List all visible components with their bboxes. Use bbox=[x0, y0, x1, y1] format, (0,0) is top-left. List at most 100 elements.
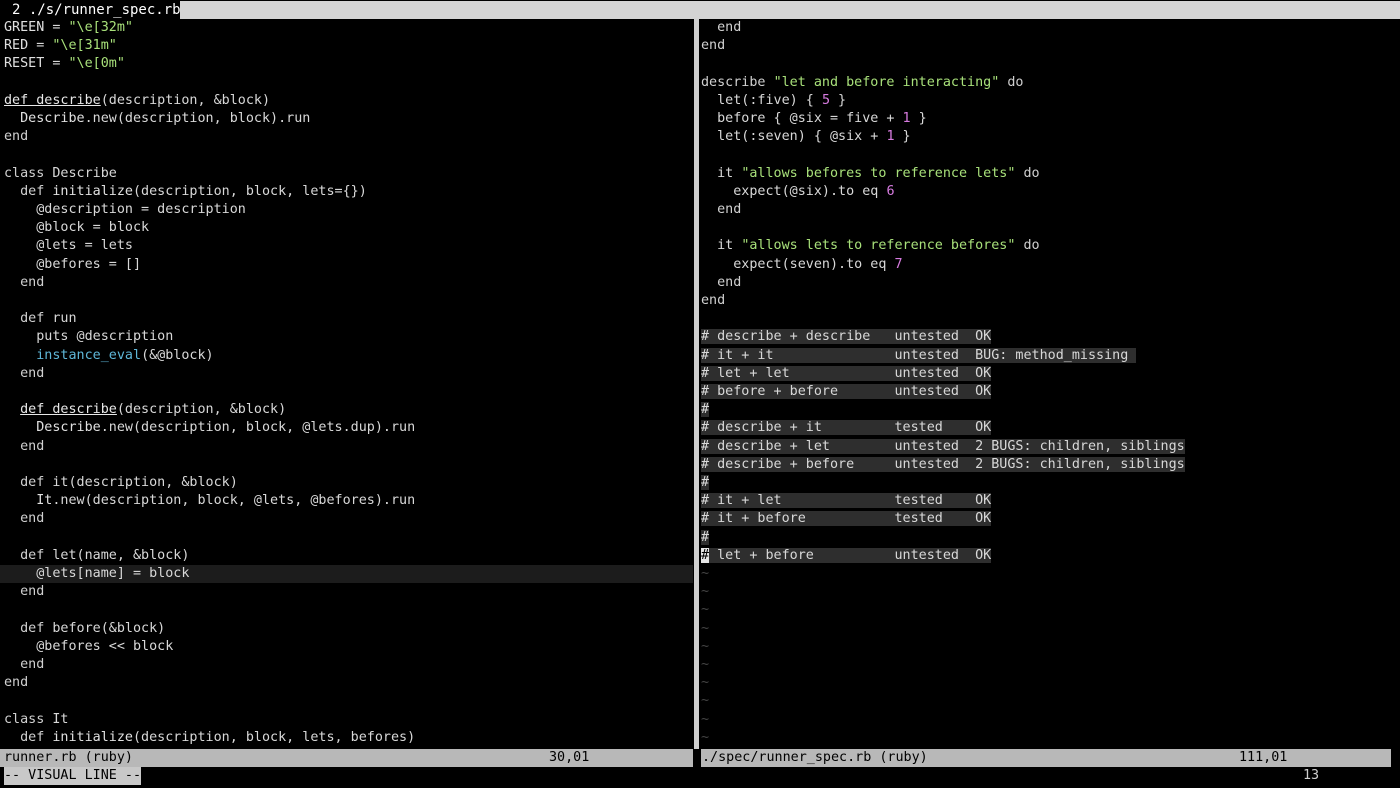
code-line[interactable]: def run bbox=[0, 310, 76, 328]
code-line[interactable]: class It bbox=[0, 711, 69, 729]
code-line[interactable]: end bbox=[701, 201, 741, 219]
code-line[interactable]: # describe + describe untested OK bbox=[701, 328, 992, 346]
code-line[interactable]: end bbox=[701, 19, 741, 37]
code-line[interactable]: # it + it untested BUG: method_missing bbox=[701, 347, 1137, 365]
code-token: .new(description, block).run bbox=[84, 111, 311, 126]
code-line[interactable] bbox=[0, 74, 4, 92]
code-token: def bbox=[20, 729, 45, 745]
code-line[interactable]: def let(name, &block) bbox=[0, 547, 189, 565]
code-line[interactable]: # bbox=[701, 474, 710, 492]
code-line[interactable]: puts @description bbox=[0, 328, 173, 346]
code-line[interactable]: end bbox=[0, 656, 44, 674]
code-token: RED bbox=[4, 38, 29, 54]
code-token: end bbox=[20, 657, 45, 672]
code-line[interactable]: def before(&block) bbox=[0, 620, 165, 638]
code-line[interactable]: def describe(description, &block) bbox=[0, 401, 286, 419]
code-line[interactable]: ~ bbox=[701, 601, 709, 619]
code-line[interactable]: ~ bbox=[701, 692, 709, 710]
code-line[interactable] bbox=[0, 146, 4, 164]
code-line[interactable]: # describe + let untested 2 BUGS: childr… bbox=[701, 438, 1185, 456]
code-line[interactable]: Describe.new(description, block, @lets.d… bbox=[0, 419, 415, 437]
code-line[interactable]: @befores = [] bbox=[0, 256, 141, 274]
code-line[interactable]: @befores << block bbox=[0, 638, 173, 656]
code-line[interactable]: ~ bbox=[701, 656, 709, 674]
code-token: before(&block) bbox=[44, 620, 166, 636]
code-token: 6 bbox=[886, 183, 895, 199]
code-line[interactable]: ~ bbox=[701, 674, 709, 692]
code-line[interactable]: # let + before untested OK bbox=[701, 547, 992, 565]
code-token: "\e[31m" bbox=[52, 38, 117, 54]
code-line[interactable] bbox=[0, 292, 4, 310]
code-line[interactable]: # describe + before untested 2 BUGS: chi… bbox=[701, 456, 1185, 474]
code-line[interactable]: @lets = lets bbox=[0, 237, 133, 255]
code-line[interactable]: ~ bbox=[701, 729, 709, 747]
code-line[interactable]: it "allows lets to reference befores" do bbox=[701, 237, 1040, 255]
code-line[interactable]: RESET = "\e[0m" bbox=[0, 55, 125, 73]
code-line[interactable]: # it + before tested OK bbox=[701, 510, 992, 528]
code-token: (description, block, lets, befores) bbox=[133, 729, 416, 745]
code-line[interactable]: expect(seven).to eq 7 bbox=[701, 256, 902, 274]
code-line[interactable]: ~ bbox=[701, 583, 709, 601]
code-line[interactable]: ~ bbox=[701, 638, 709, 656]
code-line[interactable]: # bbox=[701, 529, 710, 547]
code-line[interactable]: end bbox=[0, 510, 44, 528]
code-line[interactable]: end bbox=[0, 438, 44, 456]
code-token: = bbox=[44, 20, 69, 35]
code-line[interactable]: @block = block bbox=[0, 219, 149, 237]
code-line[interactable]: end bbox=[0, 274, 44, 292]
vertical-split-divider[interactable] bbox=[693, 19, 701, 749]
code-token: .new(description, block, @lets.dup).run bbox=[100, 420, 416, 436]
editor-pane-runner-spec[interactable]: end end describe "let and before interacti… bbox=[701, 19, 1400, 749]
code-line[interactable]: instance_eval(&@block) bbox=[0, 347, 213, 365]
code-line[interactable]: end bbox=[701, 274, 741, 292]
code-line[interactable]: let(:five) { 5 } bbox=[701, 92, 846, 110]
code-line[interactable]: end bbox=[0, 583, 44, 601]
code-token: = bbox=[44, 56, 69, 72]
code-line[interactable]: @lets[name] = block bbox=[0, 565, 693, 584]
code-line[interactable]: # before + before untested OK bbox=[701, 383, 992, 401]
code-line[interactable]: def initialize(description, block, lets,… bbox=[0, 729, 415, 747]
code-line[interactable]: ~ bbox=[701, 711, 709, 729]
code-line[interactable]: RED = "\e[31m" bbox=[0, 37, 117, 55]
tabline-fill bbox=[180, 1, 1400, 19]
editor-pane-runner[interactable]: GREEN = "\e[32m" RED = "\e[31m" RESET = "\… bbox=[0, 19, 693, 749]
code-line[interactable]: it "allows befores to reference lets" do bbox=[701, 165, 1040, 183]
command-line[interactable]: -- VISUAL LINE -- 13 bbox=[0, 767, 1400, 788]
code-line[interactable]: GREEN = "\e[32m" bbox=[0, 19, 133, 37]
code-line[interactable]: # it + let tested OK bbox=[701, 492, 992, 510]
code-line[interactable] bbox=[0, 529, 4, 547]
code-line[interactable]: end bbox=[0, 674, 28, 692]
code-line[interactable]: end bbox=[701, 292, 725, 310]
code-line[interactable]: @description = description bbox=[0, 201, 246, 219]
code-line[interactable]: ~ bbox=[701, 620, 709, 638]
code-line[interactable]: describe "let and before interacting" do bbox=[701, 74, 1023, 92]
code-line[interactable]: class Describe bbox=[0, 165, 117, 183]
code-line[interactable] bbox=[0, 692, 4, 710]
code-line[interactable]: def it(description, &block) bbox=[0, 474, 238, 492]
code-line[interactable]: end bbox=[0, 365, 44, 383]
code-line[interactable]: expect(@six).to eq 6 bbox=[701, 183, 895, 201]
code-line[interactable]: def initialize(description, block, lets=… bbox=[0, 183, 367, 201]
code-line[interactable] bbox=[0, 601, 4, 619]
code-line[interactable]: end bbox=[701, 37, 725, 55]
code-line[interactable]: ~ bbox=[701, 565, 709, 583]
code-token: let(:five) { bbox=[701, 92, 822, 108]
tab-runner-spec[interactable]: 2 ./s/runner_spec.rb bbox=[0, 0, 181, 20]
code-line[interactable]: # describe + it tested OK bbox=[701, 419, 992, 437]
code-line[interactable]: end bbox=[0, 128, 28, 146]
code-line[interactable]: Describe.new(description, block).run bbox=[0, 110, 310, 128]
code-line[interactable]: # bbox=[701, 401, 710, 419]
code-line[interactable]: before { @six = five + 1 } bbox=[701, 110, 927, 128]
code-line[interactable]: let(:seven) { @six + 1 } bbox=[701, 128, 911, 146]
code-line[interactable] bbox=[0, 456, 4, 474]
code-token: ~ bbox=[701, 638, 710, 654]
code-token: ~ bbox=[701, 602, 710, 618]
code-line[interactable]: It.new(description, block, @lets, @befor… bbox=[0, 492, 415, 510]
code-line[interactable]: def describe(description, &block) bbox=[0, 92, 270, 110]
code-line[interactable]: # let + let untested OK bbox=[701, 365, 992, 383]
code-line[interactable] bbox=[0, 383, 4, 401]
code-token: ~ bbox=[701, 693, 710, 709]
